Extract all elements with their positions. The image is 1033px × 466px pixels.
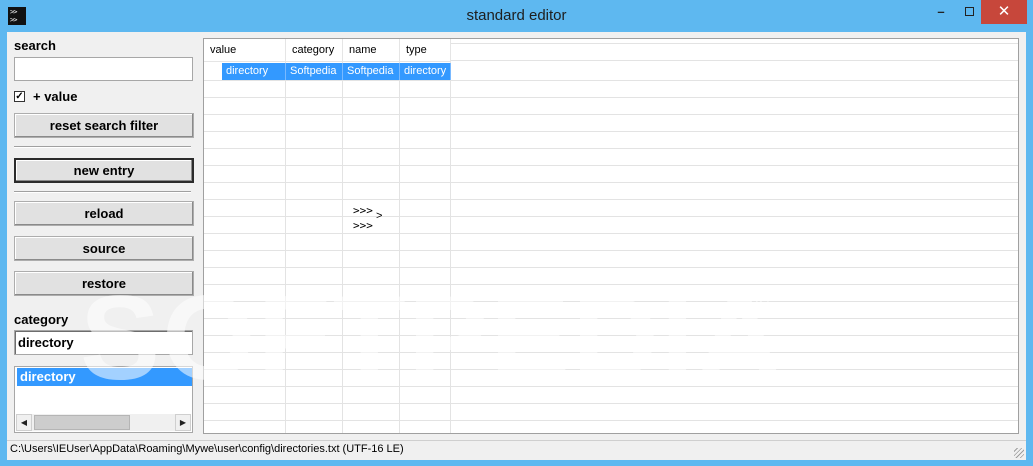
maximize-icon — [964, 7, 974, 16]
watermark-registered-icon: ® — [750, 285, 770, 315]
scroll-thumb[interactable] — [34, 415, 130, 430]
status-bar: C:\Users\IEUser\AppData\Roaming\Mywe\use… — [7, 440, 1026, 460]
table-cell-name[interactable]: Softpedia — [343, 63, 400, 80]
column-header-type[interactable]: type — [400, 39, 451, 62]
new-entry-button[interactable]: new entry — [14, 158, 194, 183]
title-bar[interactable]: >> >> standard editor – ✕ — [0, 0, 1033, 32]
separator — [14, 146, 191, 148]
search-input[interactable] — [14, 57, 193, 81]
scroll-right-icon[interactable]: ▶ — [175, 414, 191, 431]
watermark: SOFTPEDIA — [80, 271, 785, 405]
table-cell-value[interactable]: directory — [222, 63, 286, 80]
reload-button[interactable]: reload — [14, 201, 194, 226]
window-frame-left — [0, 32, 7, 466]
column-header-value[interactable]: value — [204, 39, 286, 62]
table-edge — [1019, 38, 1023, 434]
window-frame-bottom — [0, 460, 1033, 466]
category-label: category — [14, 312, 69, 327]
column-header-name[interactable]: name — [343, 39, 400, 62]
window-title: standard editor — [466, 7, 567, 24]
reset-search-filter-button[interactable]: reset search filter — [14, 113, 194, 138]
value-checkbox[interactable]: ✓ — [14, 91, 25, 102]
drag-arrow: > — [376, 210, 383, 222]
separator — [14, 191, 191, 193]
scroll-left-icon[interactable]: ◀ — [16, 414, 32, 431]
table-cell-type[interactable]: directory — [400, 63, 451, 80]
window-frame-right — [1026, 32, 1033, 466]
status-file-path: C:\Users\IEUser\AppData\Roaming\Mywe\use… — [10, 443, 404, 455]
search-label: search — [14, 38, 56, 53]
source-button[interactable]: source — [14, 236, 194, 261]
column-header-category[interactable]: category — [286, 39, 343, 62]
horizontal-scrollbar[interactable]: ◀ ▶ — [16, 414, 191, 431]
maximize-button[interactable] — [955, 0, 983, 24]
table-cell-category[interactable]: Softpedia — [286, 63, 343, 80]
close-button[interactable]: ✕ — [981, 0, 1027, 24]
minimize-button[interactable]: – — [927, 0, 955, 24]
value-checkbox-label[interactable]: + value — [33, 89, 77, 104]
resize-grip-icon[interactable] — [1014, 448, 1024, 458]
